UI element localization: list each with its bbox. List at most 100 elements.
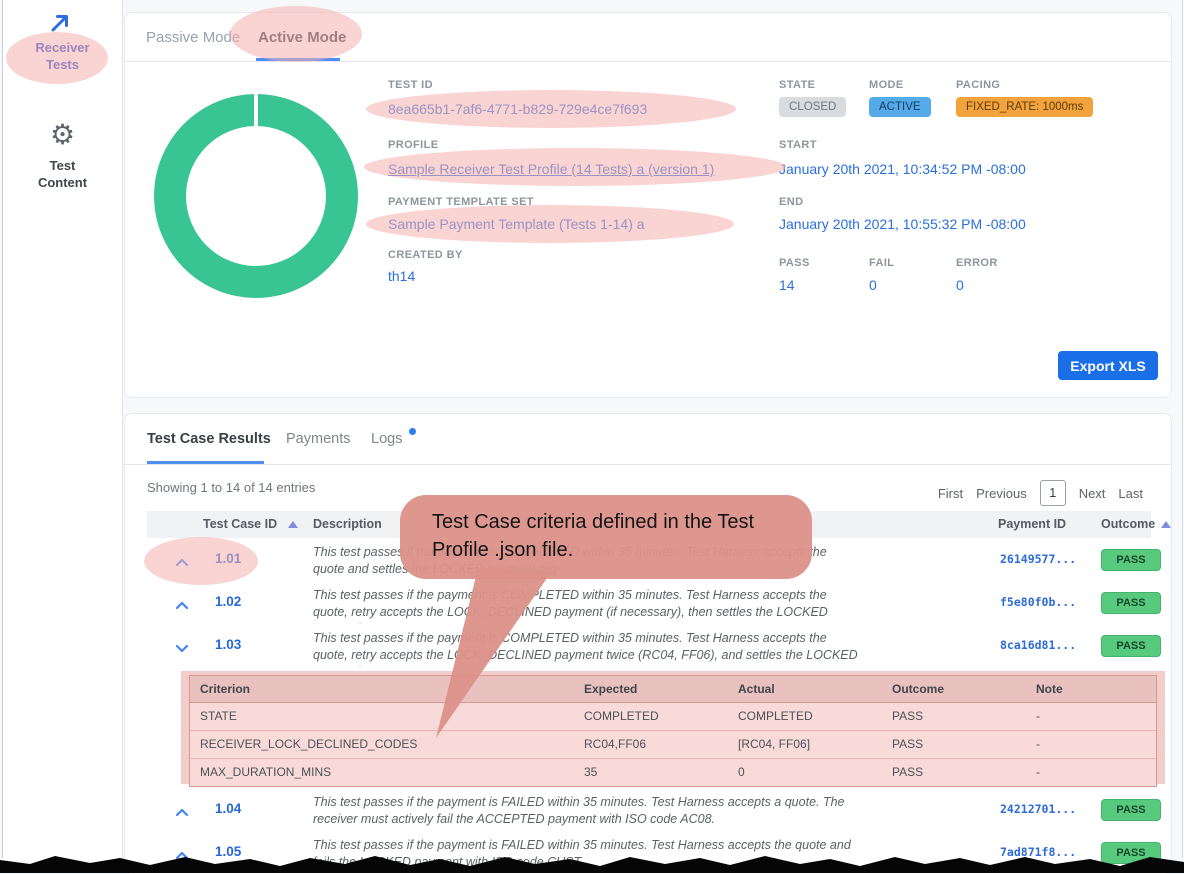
header-test-case-id[interactable]: Test Case ID — [203, 517, 277, 531]
results-tab-underline — [147, 461, 264, 464]
criteria-row: MAX_DURATION_MINS 35 0 PASS - — [190, 759, 1156, 786]
highlight-ellipse-payment-template — [366, 205, 734, 243]
tooltip-arrow — [400, 560, 600, 755]
pagination-next[interactable]: Next — [1079, 486, 1106, 501]
header-description[interactable]: Description — [313, 517, 382, 531]
table-row: 1.04 This test passes if the payment is … — [147, 788, 1151, 832]
criteria-header-note: Note — [1036, 682, 1063, 696]
test-case-id-link[interactable]: 1.04 — [215, 801, 241, 816]
end-value: January 20th 2021, 10:55:32 PM -08:00 — [779, 216, 1026, 232]
tooltip-text: Test Case criteria defined in the Test P… — [432, 508, 784, 565]
torn-edge-bottom — [0, 853, 1184, 873]
tab-test-case-results[interactable]: Test Case Results — [147, 431, 271, 447]
highlight-ellipse-receiver-tests — [6, 32, 108, 84]
test-case-description: This test passes if the payment is FAILE… — [313, 794, 858, 827]
highlight-ellipse-profile — [364, 148, 786, 186]
pagination-first[interactable]: First — [938, 486, 963, 501]
state-label: STATE — [779, 79, 815, 91]
criteria-header-actual: Actual — [738, 682, 775, 696]
highlight-ellipse-test-case-101 — [144, 537, 258, 585]
outcome-value: PASS — [892, 709, 923, 723]
results-tabbar: Test Case Results Payments Logs — [125, 414, 1171, 465]
expanded-criteria-region: Criterion Expected Actual Outcome Note S… — [147, 667, 1151, 789]
tab-passive-mode[interactable]: Passive Mode — [146, 29, 240, 46]
test-case-id-link[interactable]: 1.03 — [215, 637, 241, 652]
start-value: January 20th 2021, 10:34:52 PM -08:00 — [779, 161, 1026, 177]
table-row: 1.02 This test passes if the payment is … — [147, 581, 1151, 625]
tooltip-bubble: Test Case criteria defined in the Test P… — [400, 495, 812, 579]
pacing-label: PACING — [956, 79, 1000, 91]
error-count-label: ERROR — [956, 257, 998, 269]
test-summary-card: Passive Mode Active Mode TEST ID 8ea665b… — [124, 12, 1172, 398]
criteria-row: STATE COMPLETED COMPLETED PASS - — [190, 703, 1156, 731]
sort-asc-icon[interactable] — [1161, 521, 1171, 528]
showing-entries-text: Showing 1 to 14 of 14 entries — [147, 480, 315, 495]
created-by-value: th14 — [388, 268, 415, 284]
note-value: - — [1036, 765, 1040, 779]
outcome-pass-badge: PASS — [1101, 592, 1161, 614]
mode-badge: ACTIVE — [869, 97, 931, 117]
payment-id-link[interactable]: 8ca16d81... — [1000, 638, 1076, 652]
criteria-highlight-overlay: Criterion Expected Actual Outcome Note S… — [181, 671, 1165, 784]
test-id-label: TEST ID — [388, 79, 433, 91]
outcome-value: PASS — [892, 737, 923, 751]
table-row: 1.03 This test passes if the payment is … — [147, 624, 1151, 668]
test-results-card: Test Case Results Payments Logs Showing … — [124, 413, 1172, 874]
error-count-value: 0 — [956, 277, 964, 293]
state-badge: CLOSED — [779, 97, 846, 117]
criterion-value: RECEIVER_LOCK_DECLINED_CODES — [200, 737, 417, 751]
test-harness-app: { "sidebar": { "receiver_tests_label": "… — [0, 0, 1184, 873]
criteria-header-row: Criterion Expected Actual Outcome Note — [190, 676, 1156, 703]
pagination-current-page[interactable]: 1 — [1040, 480, 1066, 506]
highlight-ellipse-active-mode — [230, 6, 362, 62]
expected-value: 35 — [584, 765, 597, 779]
profile-label: PROFILE — [388, 139, 438, 151]
header-payment-id[interactable]: Payment ID — [998, 517, 1066, 531]
page-right-edge — [1182, 0, 1183, 858]
criteria-table: Criterion Expected Actual Outcome Note S… — [189, 675, 1157, 787]
criteria-header-criterion: Criterion — [200, 682, 250, 696]
gear-icon: ⚙ — [3, 118, 122, 151]
mode-label: MODE — [869, 79, 904, 91]
fail-count-label: FAIL — [869, 257, 894, 269]
criteria-row: RECEIVER_LOCK_DECLINED_CODES RC04,FF06 [… — [190, 731, 1156, 759]
payment-id-link[interactable]: 24212701... — [1000, 802, 1076, 816]
sidebar: Receiver Tests ⚙ Test Content — [3, 0, 123, 873]
export-xls-button[interactable]: Export XLS — [1058, 351, 1158, 380]
highlight-ellipse-test-id — [366, 90, 736, 128]
pass-count-value: 14 — [779, 277, 795, 293]
pagination-last[interactable]: Last — [1118, 486, 1143, 501]
actual-value: 0 — [738, 765, 745, 779]
note-value: - — [1036, 709, 1040, 723]
actual-value: COMPLETED — [738, 709, 813, 723]
start-label: START — [779, 139, 817, 151]
tab-payments[interactable]: Payments — [286, 431, 350, 447]
outcome-pass-badge: PASS — [1101, 549, 1161, 571]
pagination: First Previous 1 Next Last — [938, 480, 1143, 506]
test-case-id-link[interactable]: 1.02 — [215, 594, 241, 609]
chevron-up-icon[interactable] — [175, 804, 189, 822]
sidebar-item-test-content-label: Test Content — [3, 158, 122, 192]
tab-logs[interactable]: Logs — [371, 431, 402, 447]
criterion-value: STATE — [200, 709, 237, 723]
logs-notification-dot-icon — [409, 428, 416, 435]
fail-count-value: 0 — [869, 277, 877, 293]
pagination-previous[interactable]: Previous — [976, 486, 1027, 501]
chevron-up-icon[interactable] — [175, 597, 189, 615]
end-label: END — [779, 196, 803, 208]
created-by-label: CREATED BY — [388, 249, 463, 261]
sort-asc-icon[interactable] — [288, 521, 298, 528]
chevron-down-icon[interactable] — [175, 640, 189, 658]
criterion-value: MAX_DURATION_MINS — [200, 765, 331, 779]
actual-value: [RC04, FF06] — [738, 737, 810, 751]
donut-segment-gap — [254, 94, 258, 127]
header-outcome[interactable]: Outcome — [1101, 517, 1155, 531]
pass-count-label: PASS — [779, 257, 810, 269]
payment-id-link[interactable]: 26149577... — [1000, 552, 1076, 566]
outcome-pass-badge: PASS — [1101, 635, 1161, 657]
outcome-pass-badge: PASS — [1101, 799, 1161, 821]
pacing-badge: FIXED_RATE: 1000ms — [956, 97, 1093, 117]
outcome-value: PASS — [892, 765, 923, 779]
criteria-header-outcome: Outcome — [892, 682, 944, 696]
payment-id-link[interactable]: f5e80f0b... — [1000, 595, 1076, 609]
